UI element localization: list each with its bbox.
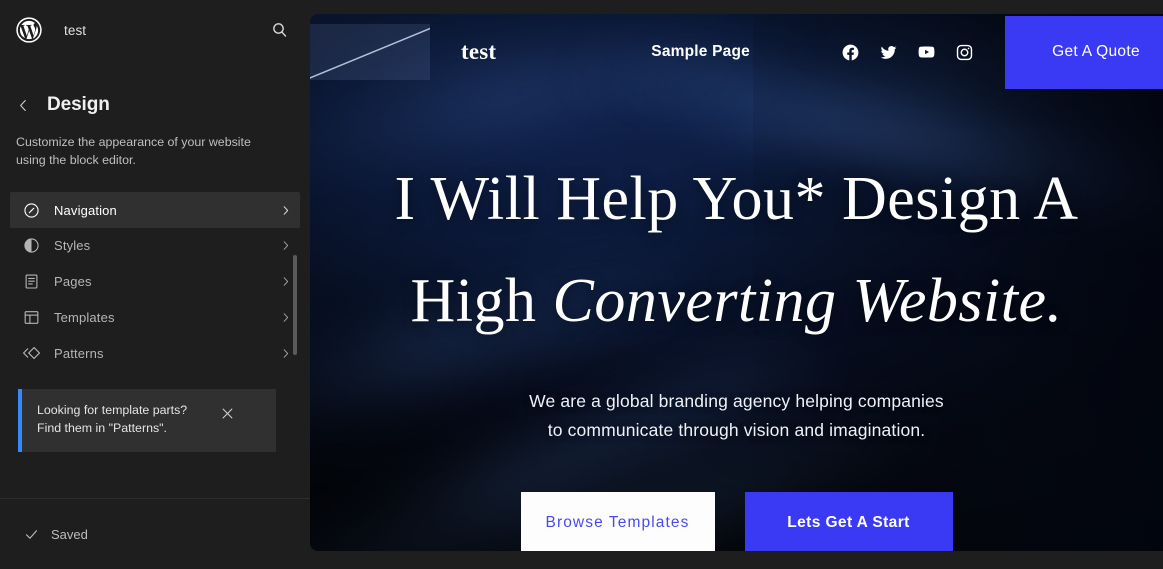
hero-section: I Will Help You* Design A High Convertin… <box>310 90 1163 551</box>
sidebar-item-navigation[interactable]: Navigation <box>10 192 300 229</box>
preview-site-header: test Sample Page Get A Quote <box>310 14 1163 90</box>
layout-icon <box>20 306 42 328</box>
sidebar-footer: Saved <box>0 498 310 569</box>
chevron-right-icon <box>278 346 292 360</box>
chevron-right-icon <box>278 238 292 252</box>
search-icon[interactable] <box>267 17 293 43</box>
sidebar-item-label: Patterns <box>54 345 104 361</box>
sidebar-item-label: Styles <box>54 237 91 253</box>
site-editor-app: test Design Customize the appearance of … <box>0 0 1163 569</box>
sidebar-item-label: Templates <box>54 309 115 325</box>
lets-get-a-start-button[interactable]: Lets Get A Start <box>744 491 953 551</box>
notice-text: Looking for template parts? Find them in… <box>37 403 188 436</box>
page-title: Design <box>47 94 110 115</box>
save-status-button[interactable]: Saved <box>24 527 88 542</box>
hero-heading-italic: Converting Website. <box>552 267 1063 335</box>
hero-heading-line2: High Converting Website. <box>310 270 1163 332</box>
get-a-quote-button[interactable]: Get A Quote <box>1005 15 1163 89</box>
hero-subheading-line1: We are a global branding agency helping … <box>529 391 944 411</box>
template-parts-notice: Looking for template parts? Find them in… <box>18 389 276 453</box>
sidebar-item-styles[interactable]: Styles <box>10 227 300 263</box>
instagram-icon[interactable] <box>955 43 974 62</box>
hero-buttons: Browse Templates Lets Get A Start <box>310 491 1163 551</box>
nav-link-sample-page[interactable]: Sample Page <box>651 43 750 61</box>
site-preview[interactable]: test Sample Page Get A Quote I Will Help… <box>310 14 1163 551</box>
sidebar-item-pages[interactable]: Pages <box>10 263 300 299</box>
sidebar-description: Customize the appearance of your website… <box>16 135 251 167</box>
check-icon <box>24 527 39 542</box>
twitter-icon[interactable] <box>879 43 898 62</box>
close-icon[interactable] <box>215 401 239 425</box>
sidebar-title-row: Design <box>0 60 310 118</box>
notice-container: Looking for template parts? Find them in… <box>0 371 310 453</box>
chevron-right-icon <box>278 274 292 288</box>
browse-templates-button[interactable]: Browse Templates <box>520 491 715 551</box>
editor-sidebar: test Design Customize the appearance of … <box>0 0 310 569</box>
hero-subheading-line2: to communicate through vision and imagin… <box>547 420 926 441</box>
wordpress-logo[interactable] <box>16 17 42 43</box>
chevron-left-icon[interactable] <box>10 92 36 118</box>
sidebar-scrollbar[interactable] <box>293 255 297 355</box>
facebook-icon[interactable] <box>841 43 860 62</box>
image-placeholder[interactable] <box>310 24 430 80</box>
chevron-right-icon <box>278 310 292 324</box>
chevron-right-icon <box>278 203 292 217</box>
hero-heading-line1: I Will Help You* Design A <box>394 165 1079 233</box>
sidebar-item-label: Pages <box>54 273 92 289</box>
sidebar-item-patterns[interactable]: Patterns <box>10 335 300 371</box>
hero-heading-plain: High <box>410 267 553 335</box>
save-status-label: Saved <box>51 526 88 542</box>
social-links <box>841 43 974 62</box>
preview-nav: Sample Page <box>651 43 750 61</box>
preview-canvas-area: test Sample Page Get A Quote I Will Help… <box>310 0 1163 569</box>
sidebar-header: test <box>0 0 310 60</box>
page-icon <box>20 270 42 292</box>
sidebar-nav-list: Navigation Styles Pages Templates Patter… <box>0 192 310 371</box>
sidebar-item-label: Navigation <box>54 202 117 218</box>
sidebar-site-title: test <box>64 22 87 38</box>
patterns-icon <box>20 342 42 364</box>
youtube-icon[interactable] <box>917 43 936 62</box>
sidebar-item-templates[interactable]: Templates <box>10 299 300 335</box>
compass-icon <box>20 199 42 221</box>
preview-site-title: test <box>461 39 497 64</box>
contrast-icon <box>20 234 42 256</box>
